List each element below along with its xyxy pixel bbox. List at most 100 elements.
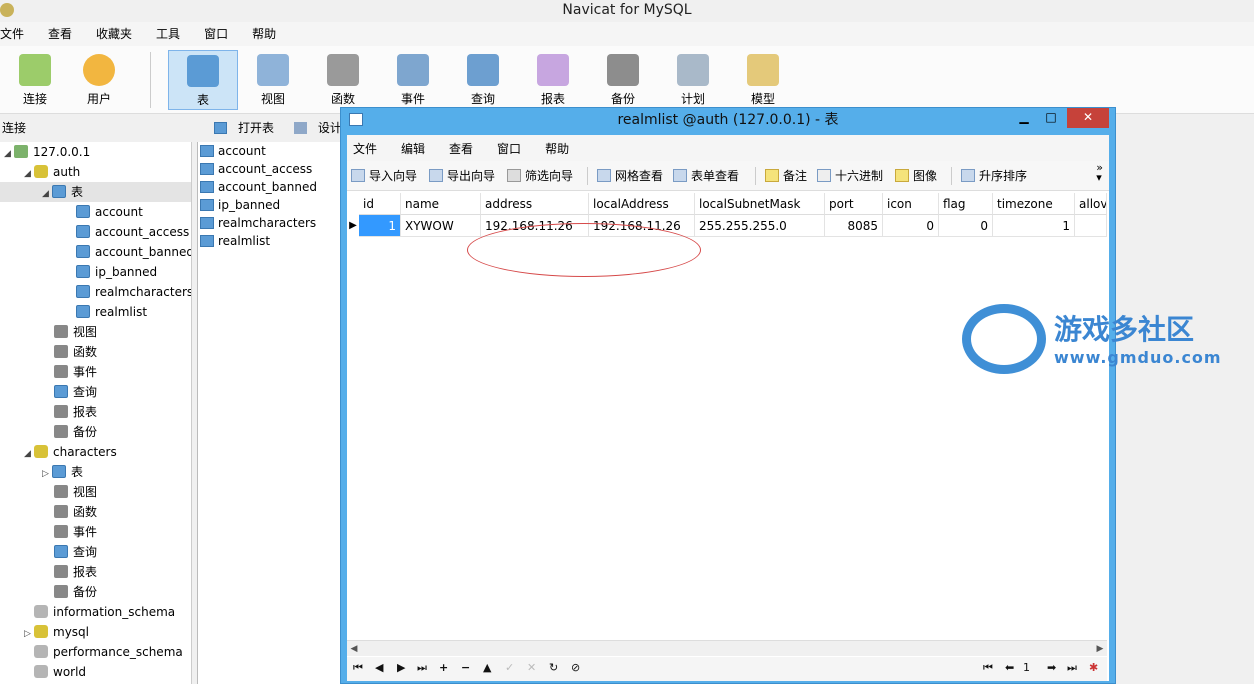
tree-auth-reports[interactable]: 报表	[54, 402, 97, 422]
previous-page-icon[interactable]: ⬅	[1005, 661, 1014, 674]
object-item-account[interactable]: account	[198, 142, 348, 160]
settings-icon[interactable]: ✱	[1089, 661, 1098, 674]
tree-characters-tables[interactable]: ▷ 表	[42, 462, 83, 482]
cell-port[interactable]: 8085	[825, 215, 883, 237]
maximize-button[interactable]: □	[1038, 108, 1064, 128]
tree-auth-tables[interactable]: ◢ 表	[0, 182, 191, 204]
column-header-port[interactable]: port	[825, 193, 883, 215]
tree-auth-events[interactable]: 事件	[54, 362, 97, 382]
add-record-icon[interactable]: +	[439, 661, 448, 674]
last-record-icon[interactable]: ⏭	[417, 661, 427, 675]
tree-auth-backups[interactable]: 备份	[54, 422, 97, 442]
function-button[interactable]: 函数	[308, 50, 378, 110]
close-button[interactable]: ✕	[1067, 108, 1109, 128]
tree-db-world[interactable]: world	[34, 662, 86, 682]
menu-help[interactable]: 帮助	[252, 22, 288, 46]
scroll-left-icon[interactable]: ◀	[347, 641, 361, 657]
cell-allow[interactable]	[1075, 215, 1107, 237]
tree-db-auth[interactable]: ◢ auth	[24, 162, 80, 182]
child-menu-window[interactable]: 窗口	[497, 140, 521, 157]
stop-icon[interactable]: ⊘	[571, 661, 580, 674]
tree-db-performance-schema[interactable]: performance_schema	[34, 642, 183, 662]
cell-flag[interactable]: 0	[939, 215, 993, 237]
report-button[interactable]: 报表	[518, 50, 588, 110]
column-header-address[interactable]: address	[481, 193, 589, 215]
query-button[interactable]: 查询	[448, 50, 518, 110]
sort-ascending-button[interactable]: 升序排序	[961, 167, 1027, 184]
user-button[interactable]: 用户	[64, 50, 134, 110]
import-wizard-button[interactable]: 导入向导	[351, 167, 417, 184]
connection-button[interactable]: 连接	[0, 50, 70, 110]
tree-db-characters[interactable]: ◢ characters	[24, 442, 117, 462]
column-header-allow[interactable]: allov	[1075, 193, 1107, 215]
object-item-realmlist[interactable]: realmlist	[198, 232, 348, 250]
tree-table-account-access[interactable]: account_access	[76, 222, 189, 242]
tree-db-mysql[interactable]: ▷ mysql	[24, 622, 89, 642]
first-page-icon[interactable]: ⏮	[983, 661, 993, 675]
model-button[interactable]: 模型	[728, 50, 798, 110]
filter-wizard-button[interactable]: 筛选向导	[507, 167, 573, 184]
open-table-button[interactable]: 打开表	[206, 121, 274, 135]
tree-table-account[interactable]: account	[76, 202, 143, 222]
table-window-titlebar[interactable]: realmlist @auth (127.0.0.1) - 表	[341, 108, 1115, 134]
scroll-right-icon[interactable]: ▶	[1093, 641, 1107, 657]
tree-server[interactable]: ◢ 127.0.0.1	[4, 142, 90, 162]
tree-characters-views[interactable]: 视图	[54, 482, 97, 502]
child-menu-help[interactable]: 帮助	[545, 140, 569, 157]
next-page-icon[interactable]: ➡	[1047, 661, 1056, 674]
column-header-localsubnetmask[interactable]: localSubnetMask	[695, 193, 825, 215]
export-wizard-button[interactable]: 导出向导	[429, 167, 495, 184]
form-view-button[interactable]: 表单查看	[673, 167, 739, 184]
menu-favorites[interactable]: 收藏夹	[96, 22, 144, 46]
cell-icon[interactable]: 0	[883, 215, 939, 237]
tree-table-realmlist[interactable]: realmlist	[76, 302, 147, 322]
tree-table-realmcharacters[interactable]: realmcharacters	[76, 282, 191, 302]
tree-characters-reports[interactable]: 报表	[54, 562, 97, 582]
child-menu-edit[interactable]: 编辑	[401, 140, 425, 157]
child-menu-file[interactable]: 文件	[353, 140, 377, 157]
tree-db-information-schema[interactable]: information_schema	[34, 602, 175, 622]
memo-button[interactable]: 备注	[765, 167, 807, 184]
cancel-icon[interactable]: ✕	[527, 661, 536, 674]
cell-localsubnetmask[interactable]: 255.255.255.0	[695, 215, 825, 237]
expanded-icon[interactable]: ◢	[4, 144, 14, 164]
backup-button[interactable]: 备份	[588, 50, 658, 110]
tree-characters-backups[interactable]: 备份	[54, 582, 97, 602]
tree-auth-queries[interactable]: 查询	[54, 382, 97, 402]
minimize-button[interactable]: ▁	[1011, 108, 1037, 128]
toolbar-overflow-icon[interactable]: » ▾	[1096, 162, 1103, 183]
cell-id[interactable]: 1	[359, 215, 401, 237]
table-button[interactable]: 表	[168, 50, 238, 110]
tree-characters-functions[interactable]: 函数	[54, 502, 97, 522]
event-button[interactable]: 事件	[378, 50, 448, 110]
column-header-flag[interactable]: flag	[939, 193, 993, 215]
menu-view[interactable]: 查看	[48, 22, 84, 46]
child-menu-view[interactable]: 查看	[449, 140, 473, 157]
tree-characters-queries[interactable]: 查询	[54, 542, 97, 562]
column-header-name[interactable]: name	[401, 193, 481, 215]
grid-view-button[interactable]: 网格查看	[597, 167, 663, 184]
tree-auth-functions[interactable]: 函数	[54, 342, 97, 362]
save-icon[interactable]: ✓	[505, 661, 514, 674]
tree-table-account-banned[interactable]: account_banned	[76, 242, 191, 262]
menu-window[interactable]: 窗口	[204, 22, 240, 46]
object-item-ip-banned[interactable]: ip_banned	[198, 196, 348, 214]
menu-file[interactable]: 文件	[0, 22, 36, 46]
column-header-timezone[interactable]: timezone	[993, 193, 1075, 215]
horizontal-scrollbar[interactable]: ◀ ▶	[347, 640, 1107, 656]
column-header-icon[interactable]: icon	[883, 193, 939, 215]
previous-record-icon[interactable]: ◀	[375, 661, 383, 674]
expanded-icon[interactable]: ◢	[24, 164, 34, 184]
cell-name[interactable]: XYWOW	[401, 215, 481, 237]
object-item-account-banned[interactable]: account_banned	[198, 178, 348, 196]
column-header-id[interactable]: id	[359, 193, 401, 215]
tree-auth-views[interactable]: 视图	[54, 322, 97, 342]
image-button[interactable]: 图像	[895, 167, 937, 184]
apply-changes-icon[interactable]: ▲	[483, 661, 491, 674]
expanded-icon[interactable]: ◢	[42, 184, 52, 204]
menu-tools[interactable]: 工具	[156, 22, 192, 46]
cell-timezone[interactable]: 1	[993, 215, 1075, 237]
collapsed-icon[interactable]: ▷	[42, 464, 52, 484]
collapsed-icon[interactable]: ▷	[24, 624, 34, 644]
first-record-icon[interactable]: ⏮	[353, 661, 363, 675]
